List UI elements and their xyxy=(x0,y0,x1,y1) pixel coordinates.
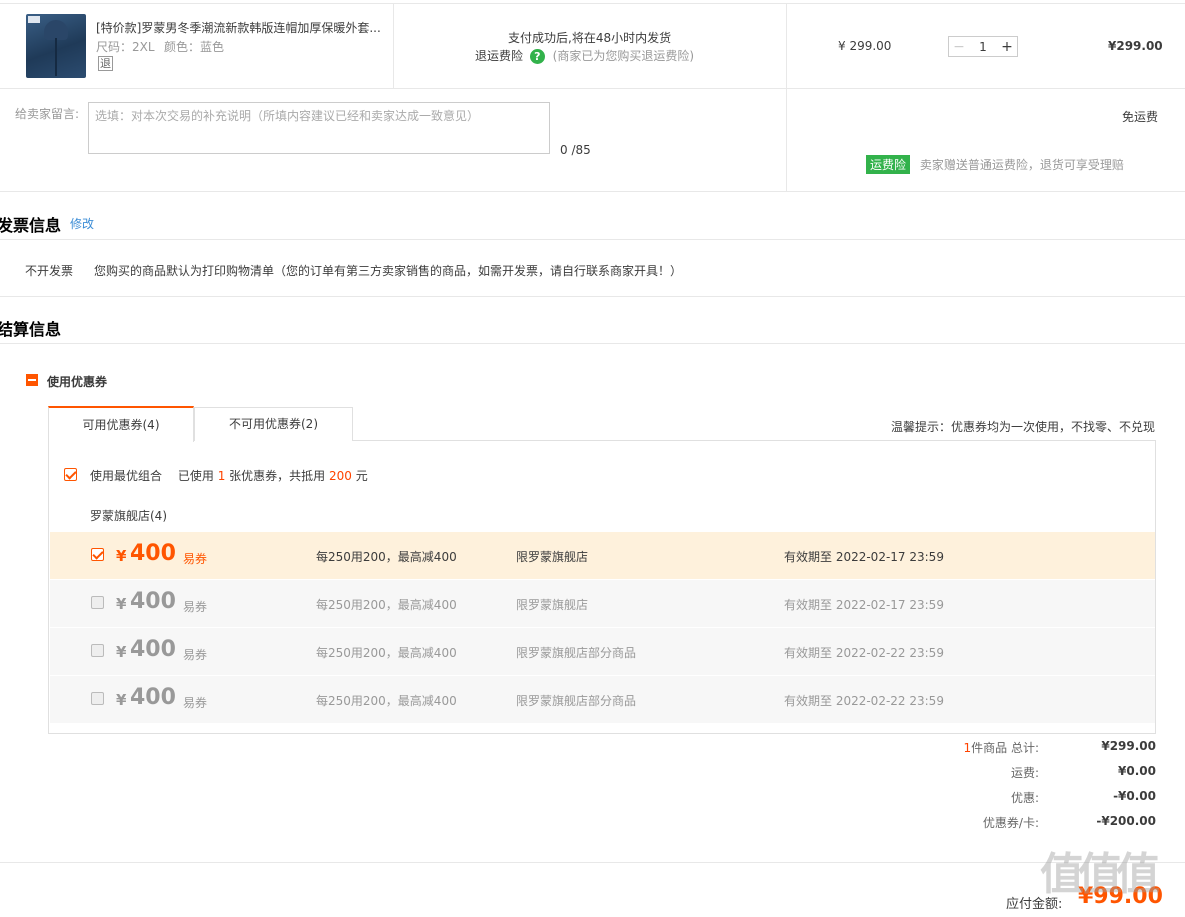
coupon-scope: 限罗蒙旗舰店部分商品 xyxy=(516,694,637,708)
coupon-currency: ¥ xyxy=(116,595,127,613)
memo-textarea[interactable]: 选填：对本次交易的补充说明（所填内容建议已经和卖家达成一致意见） xyxy=(88,102,550,154)
refund-mark-icon: 退 xyxy=(98,56,113,71)
summary-shipping: ¥0.00 xyxy=(1118,764,1156,778)
product-thumbnail[interactable] xyxy=(26,14,86,78)
invoice-type: 不开发票 xyxy=(25,264,74,278)
quantity-value[interactable]: 1 xyxy=(969,40,997,54)
coupon-tip: 温馨提示：优惠券均为一次使用，不找零、不兑现 xyxy=(891,420,1156,434)
coupon-row[interactable]: ¥400 易券 每250用200，最高减400 限罗蒙旗舰店部分商品 有效期至 2022… xyxy=(50,676,1155,723)
free-shipping: 免运费 xyxy=(1122,110,1159,124)
collapse-icon[interactable] xyxy=(26,374,38,386)
watermark-logo: 值值值 xyxy=(1040,849,1160,900)
quantity-stepper[interactable]: − 1 + xyxy=(948,36,1018,57)
summary-shipping-label: 运费: xyxy=(1010,766,1039,780)
coupon-expiry: 有效期至 2022-02-17 23:59 xyxy=(784,550,944,564)
coupon-type: 易券 xyxy=(183,600,208,614)
shipping-insurance-badge: 运费险 xyxy=(866,155,911,174)
insurance-label: 退运费险 xyxy=(475,49,524,63)
coupon-scope: 限罗蒙旗舰店 xyxy=(516,550,589,564)
coupon-amount: 400 xyxy=(130,637,176,662)
summary-discount: -¥0.00 xyxy=(1113,789,1156,803)
product-title[interactable]: [特价款]罗蒙男冬季潮流新款韩版连帽加厚保暖外套... xyxy=(96,19,386,36)
ship-note: 支付成功后,将在48小时内发货 xyxy=(508,31,672,45)
insurance-note: (商家已为您购买退运费险) xyxy=(552,49,695,63)
shop-name: 罗蒙旗舰店(4) xyxy=(90,509,167,523)
coupon-row[interactable]: ¥400 易券 每250用200，最高减400 限罗蒙旗舰店 有效期至 2022-02-… xyxy=(50,532,1155,579)
summary-coupon-label: 优惠券/卡: xyxy=(982,816,1039,830)
coupon-amount: 400 xyxy=(130,589,176,614)
coupon-currency: ¥ xyxy=(116,691,127,709)
invoice-edit-link[interactable]: 修改 xyxy=(70,215,94,232)
coupon-checkbox[interactable] xyxy=(91,596,104,609)
coupon-checkbox[interactable] xyxy=(91,692,104,705)
increment-button[interactable]: + xyxy=(997,39,1017,55)
used-summary: 已使用 1 张优惠券，共抵用 200 元 xyxy=(177,469,368,483)
item-subtotal: ¥299.00 xyxy=(1108,39,1163,53)
coupon-type: 易券 xyxy=(183,552,208,566)
unit-price: ¥ 299.00 xyxy=(838,39,892,53)
coupon-rule: 每250用200，最高减400 xyxy=(316,646,457,660)
memo-label: 给卖家留言: xyxy=(15,107,80,121)
coupon-amount: 400 xyxy=(130,541,176,566)
summary-count-label: 1件商品 总计: xyxy=(963,741,1040,755)
best-combo-label[interactable]: 使用最优组合 xyxy=(90,469,162,483)
coupon-currency: ¥ xyxy=(116,547,127,565)
coupon-scope: 限罗蒙旗舰店部分商品 xyxy=(516,646,637,660)
product-size: 尺码：2XL xyxy=(96,40,155,54)
memo-counter: 0 /85 xyxy=(560,143,591,157)
best-combo-checkbox[interactable] xyxy=(64,468,77,481)
coupon-row[interactable]: ¥400 易券 每250用200，最高减400 限罗蒙旗舰店 有效期至 2022-02-… xyxy=(50,580,1155,627)
summary-coupon: -¥200.00 xyxy=(1096,814,1156,828)
coupon-currency: ¥ xyxy=(116,643,127,661)
coupon-rule: 每250用200，最高减400 xyxy=(316,550,457,564)
coupon-amount: 400 xyxy=(130,685,176,710)
invoice-title: 发票信息 xyxy=(0,216,62,235)
coupon-scope: 限罗蒙旗舰店 xyxy=(516,598,589,612)
coupon-rule: 每250用200，最高减400 xyxy=(316,598,457,612)
decrement-button[interactable]: − xyxy=(949,39,969,55)
coupon-row[interactable]: ¥400 易券 每250用200，最高减400 限罗蒙旗舰店部分商品 有效期至 2022… xyxy=(50,628,1155,675)
coupon-toggle-label[interactable]: 使用优惠券 xyxy=(47,373,107,390)
summary-total: ¥299.00 xyxy=(1101,739,1156,753)
coupon-expiry: 有效期至 2022-02-17 23:59 xyxy=(784,598,944,612)
coupon-type: 易券 xyxy=(183,696,208,710)
coupon-checkbox[interactable] xyxy=(91,644,104,657)
shipping-insurance-note: 卖家赠送普通运费险，退货可享受理赔 xyxy=(919,158,1124,172)
coupon-type: 易券 xyxy=(183,648,208,662)
tab-available-coupons[interactable]: 可用优惠券(4) xyxy=(48,406,194,442)
coupon-expiry: 有效期至 2022-02-22 23:59 xyxy=(784,694,944,708)
settlement-title: 结算信息 xyxy=(0,320,62,339)
product-color: 颜色：蓝色 xyxy=(164,40,225,54)
coupon-expiry: 有效期至 2022-02-22 23:59 xyxy=(784,646,944,660)
tab-unavailable-coupons[interactable]: 不可用优惠券(2) xyxy=(194,407,353,441)
question-icon[interactable]: ? xyxy=(529,49,545,64)
summary-discount-label: 优惠: xyxy=(1010,791,1039,805)
invoice-note: 您购买的商品默认为打印购物清单（您的订单有第三方卖家销售的商品，如需开发票，请自… xyxy=(94,264,683,278)
coupon-rule: 每250用200，最高减400 xyxy=(316,694,457,708)
coupon-checkbox[interactable] xyxy=(91,548,104,561)
